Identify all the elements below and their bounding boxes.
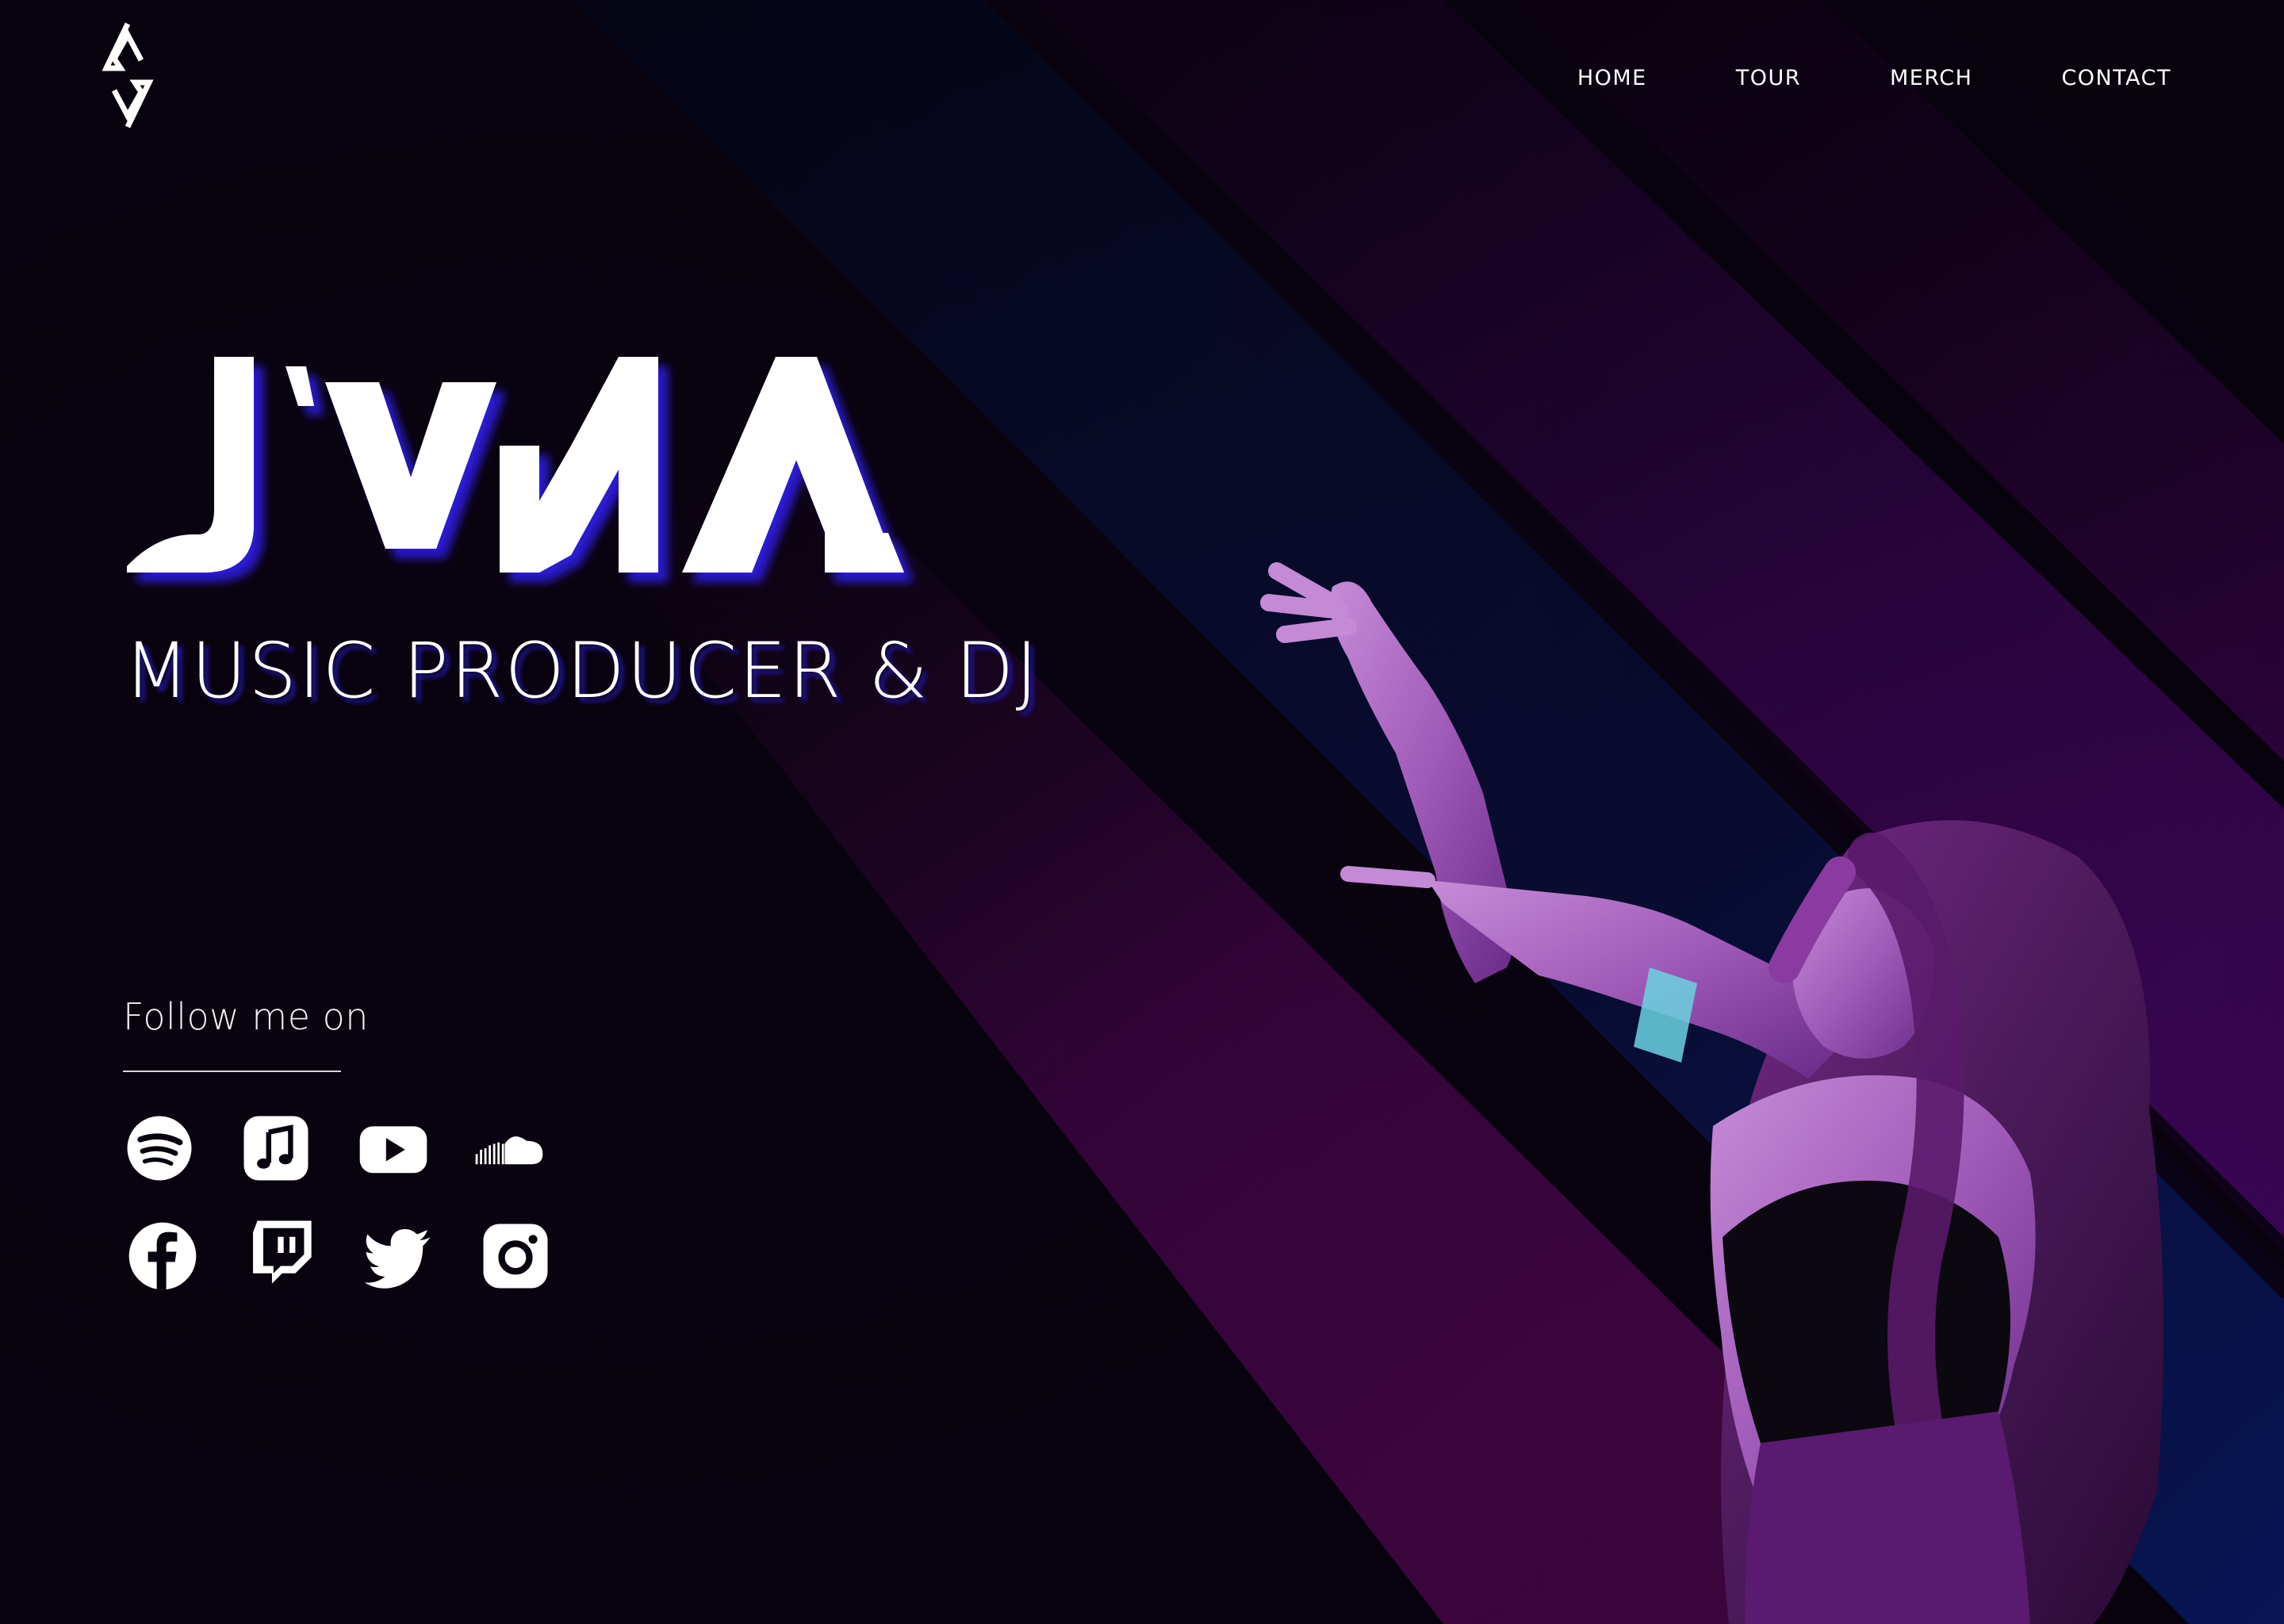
main-nav: HOME TOUR MERCH CONTACT xyxy=(1489,60,2171,95)
spotify-icon[interactable] xyxy=(123,1112,196,1185)
nav-tour[interactable]: TOUR xyxy=(1736,66,1801,90)
divider xyxy=(123,1071,341,1072)
soundcloud-icon[interactable] xyxy=(473,1112,546,1185)
apple-music-icon[interactable] xyxy=(240,1112,312,1185)
subtitle: MUSIC PRODUCER & DJ xyxy=(124,626,1040,715)
follow-label: Follow me on xyxy=(123,995,369,1038)
nav-contact[interactable]: CONTACT xyxy=(2061,66,2171,90)
performer-photo xyxy=(1260,562,2163,1624)
landing-page: HOME TOUR MERCH CONTACT MUSIC PRODUCER &… xyxy=(0,0,2284,1624)
logo-icon[interactable] xyxy=(97,21,159,130)
nav-merch[interactable]: MERCH xyxy=(1890,66,1972,90)
youtube-icon[interactable] xyxy=(357,1112,430,1185)
instagram-icon[interactable] xyxy=(479,1220,552,1293)
brand-wordmark xyxy=(127,357,904,573)
twitch-icon[interactable] xyxy=(244,1216,317,1289)
facebook-icon[interactable] xyxy=(126,1220,199,1293)
twitter-icon[interactable] xyxy=(362,1221,435,1294)
nav-home[interactable]: HOME xyxy=(1577,66,1647,90)
